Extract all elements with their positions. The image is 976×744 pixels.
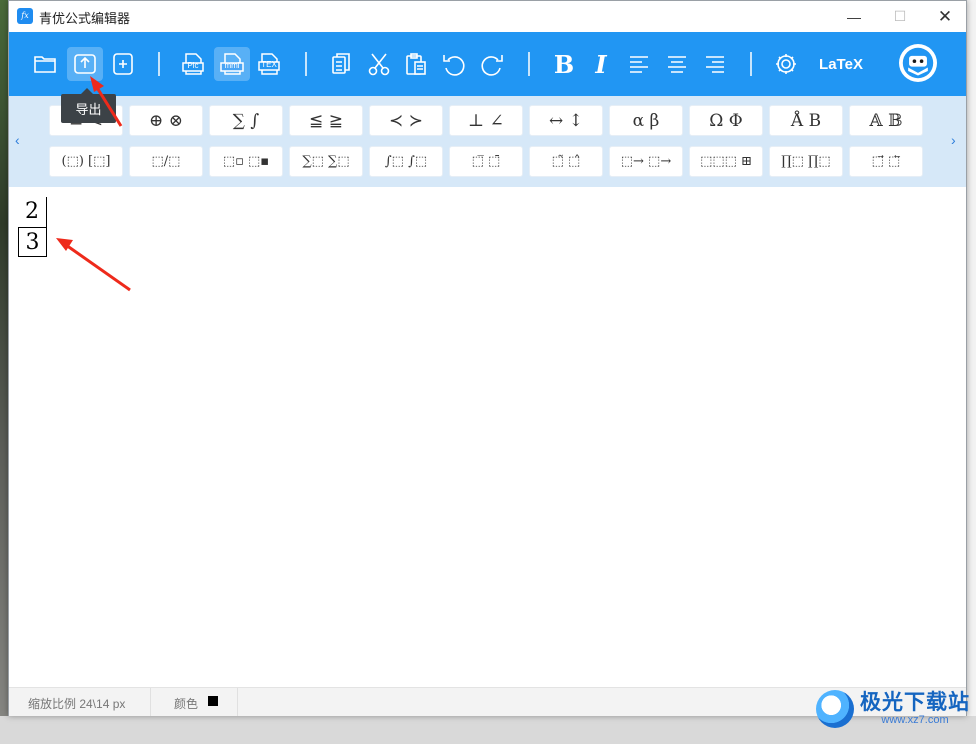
export-tooltip: 导出 xyxy=(61,88,116,123)
new-file-button[interactable] xyxy=(105,47,141,81)
palette-inequality-button[interactable]: ≦ ≧ xyxy=(289,105,363,136)
palette-overbar-button[interactable]: ⬚̅ ⬚̄ xyxy=(449,146,523,177)
palette-vector-button[interactable]: ⬚⃗ ⬚⃖ xyxy=(849,146,923,177)
zoom-status: 缩放比例 24\14 px xyxy=(28,697,126,711)
close-button[interactable]: ✕ xyxy=(922,1,968,32)
align-right-button[interactable] xyxy=(697,47,733,81)
palette-next-button[interactable]: › xyxy=(951,132,956,148)
desktop-background-right xyxy=(966,0,976,744)
toolbar-divider xyxy=(305,52,307,76)
folder-icon xyxy=(34,56,56,73)
minimize-button[interactable]: — xyxy=(831,1,877,32)
palette-accent-button[interactable]: ⬚̃ ⬚̂ xyxy=(529,146,603,177)
palette-sum-integral-button[interactable]: ∑ ∫ xyxy=(209,105,283,136)
align-center-icon xyxy=(668,56,686,73)
pic-label: Pic xyxy=(187,61,199,70)
toolbar-divider xyxy=(528,52,530,76)
main-toolbar: Pic mml TEX B I LaTeX xyxy=(9,32,966,96)
align-left-icon xyxy=(630,56,648,73)
maximize-button[interactable]: ☐ xyxy=(877,1,923,32)
color-label: 颜色 xyxy=(174,697,199,711)
window-title: 青优公式编辑器 xyxy=(39,11,131,26)
palette-precedes-button[interactable]: ≺ ≻ xyxy=(369,105,443,136)
color-swatch[interactable] xyxy=(208,696,218,706)
site-watermark: 极光下载站 www.xz7.com xyxy=(816,690,970,728)
export-button[interactable] xyxy=(67,47,103,81)
palette-prev-button[interactable]: ‹ xyxy=(15,132,20,148)
palette-blackboard-button[interactable]: 𝔸 𝔹 xyxy=(849,105,923,136)
desktop-background-left xyxy=(0,0,8,744)
palette-greek-lower-button[interactable]: α β xyxy=(609,105,683,136)
undo-icon xyxy=(443,55,465,76)
palette-letters-button[interactable]: Å B xyxy=(769,105,843,136)
export-tex-button[interactable]: TEX xyxy=(251,47,287,81)
palette-operator-button[interactable]: ⊕ ⊗ xyxy=(129,105,203,136)
copy-icon xyxy=(332,53,350,74)
italic-button[interactable]: I xyxy=(583,47,619,81)
watermark-logo-icon xyxy=(816,690,854,728)
palette-arrows-button[interactable]: ↔ ↕ xyxy=(529,105,603,136)
paste-button[interactable] xyxy=(398,47,434,81)
palette-script-button[interactable]: ⬚▫ ⬚▪ xyxy=(209,146,283,177)
symbol-palette: ‹ › ≡ < ⊕ ⊗ ∑ ∫ ≦ ≧ ≺ ≻ ⊥ ∠ ↔ ↕ α β Ω Φ … xyxy=(9,96,966,187)
user-avatar[interactable] xyxy=(899,44,937,82)
watermark-title: 极光下载站 xyxy=(860,691,970,714)
status-divider xyxy=(237,688,238,716)
watermark-url: www.xz7.com xyxy=(881,714,949,726)
fraction[interactable]: 2 3 xyxy=(18,197,47,257)
palette-arrow-label-button[interactable]: ⬚→ ⬚→ xyxy=(609,146,683,177)
fraction-numerator[interactable]: 2 xyxy=(18,197,47,227)
palette-integral-template-button[interactable]: ∫⬚ ∫⬚ xyxy=(369,146,443,177)
settings-button[interactable] xyxy=(768,47,804,81)
export-icon xyxy=(74,54,96,74)
mml-label: mml xyxy=(224,61,240,70)
palette-greek-upper-button[interactable]: Ω Φ xyxy=(689,105,763,136)
undo-button[interactable] xyxy=(436,47,472,81)
fraction-denominator[interactable]: 3 xyxy=(18,227,47,257)
app-window: fx 青优公式编辑器 — ☐ ✕ Pic mml TEX B I LaTeX 导… xyxy=(8,0,967,716)
copy-button[interactable] xyxy=(323,47,359,81)
cut-button[interactable] xyxy=(361,47,397,81)
toolbar-divider xyxy=(158,52,160,76)
new-file-icon xyxy=(113,53,133,75)
book-mascot-icon xyxy=(902,47,934,79)
clipboard-icon xyxy=(406,53,426,75)
bold-button[interactable]: B xyxy=(546,47,582,81)
toolbar-divider xyxy=(750,52,752,76)
redo-button[interactable] xyxy=(474,47,510,81)
palette-geometry-button[interactable]: ⊥ ∠ xyxy=(449,105,523,136)
latex-button[interactable]: LaTeX xyxy=(817,47,865,81)
align-right-icon xyxy=(706,56,724,73)
title-bar: fx 青优公式编辑器 — ☐ ✕ xyxy=(9,1,966,32)
formula-editor[interactable]: 2 3 xyxy=(9,187,966,687)
tex-label: TEX xyxy=(261,60,277,69)
palette-sum-template-button[interactable]: ∑⬚ ∑⬚ xyxy=(289,146,363,177)
palette-product-button[interactable]: ∏⬚ ∏⬚ xyxy=(769,146,843,177)
export-mml-button[interactable]: mml xyxy=(214,47,250,81)
open-folder-button[interactable] xyxy=(27,47,63,81)
palette-fraction-button[interactable]: ⬚/⬚ xyxy=(129,146,203,177)
align-center-button[interactable] xyxy=(659,47,695,81)
status-divider xyxy=(150,688,151,716)
gear-icon xyxy=(776,54,796,74)
export-pic-button[interactable]: Pic xyxy=(175,47,211,81)
align-left-button[interactable] xyxy=(621,47,657,81)
redo-icon xyxy=(481,55,503,76)
app-icon: fx xyxy=(17,8,33,24)
palette-matrix-button[interactable]: ⬚⬚⬚ ⊞ xyxy=(689,146,763,177)
palette-brackets-button[interactable]: (⬚) [⬚] xyxy=(49,146,123,177)
scissors-icon xyxy=(368,53,390,76)
